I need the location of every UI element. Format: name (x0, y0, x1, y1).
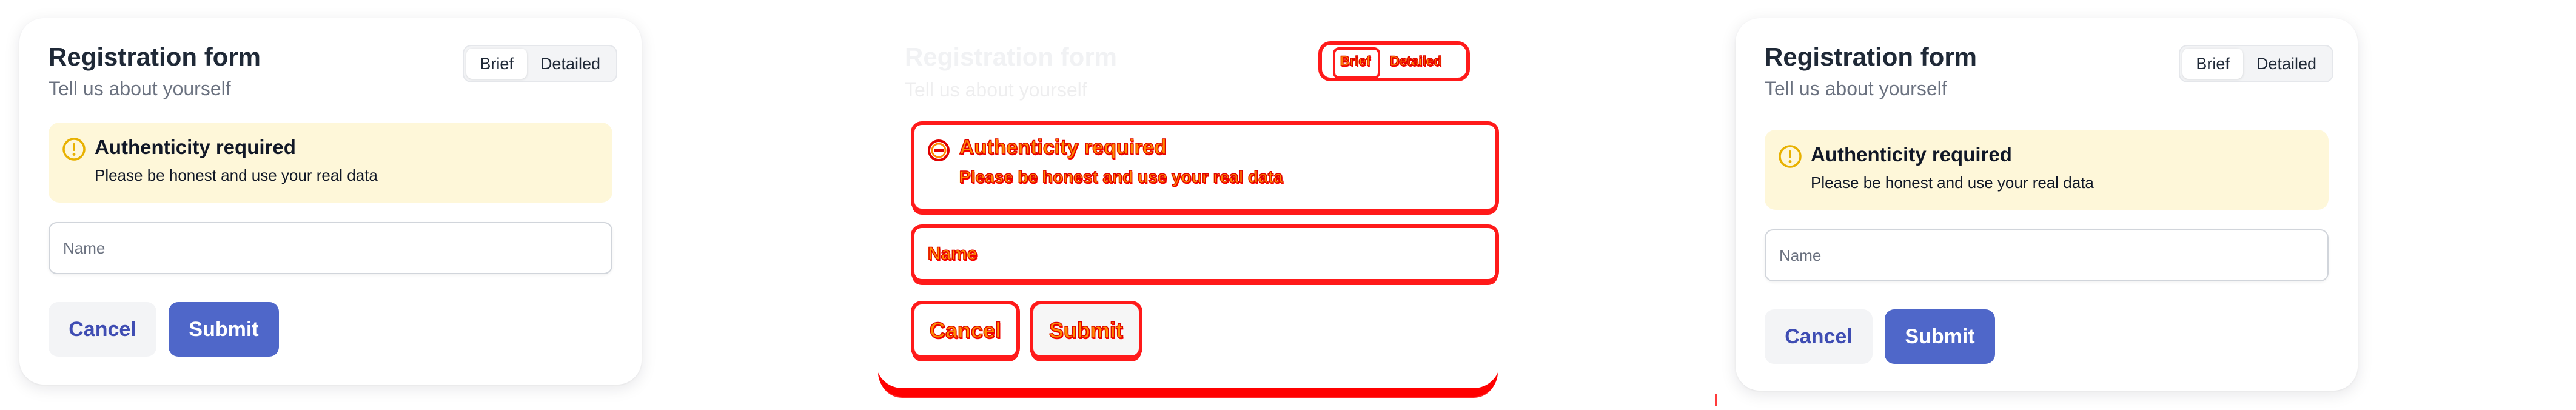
glitched-name-placeholder: Name (927, 243, 978, 264)
panel-glitched: Registration form Tell us about yourself… (859, 0, 1717, 410)
exclamation-circle-icon (62, 138, 86, 161)
toggle-option-brief[interactable]: Brief (2182, 49, 2243, 79)
glitched-alert-title: Authenticity required (959, 135, 1167, 160)
glitched-exclamation-circle-icon (928, 139, 950, 161)
authenticity-alert: Authenticity required Please be honest a… (1765, 130, 2329, 210)
glitched-submit-label: Submit (1048, 317, 1124, 343)
glitched-alert-text: Please be honest and use your real data (959, 167, 1283, 187)
form-title: Registration form (49, 42, 261, 71)
panel-normal: Registration form Tell us about yourself… (0, 0, 859, 410)
glitched-name-input[interactable]: Name (911, 224, 1499, 283)
glitched-brief-detailed-toggle: Brief Detailed (1318, 41, 1470, 81)
glitched-submit-button[interactable]: Submit (1030, 301, 1142, 359)
cancel-button[interactable]: Cancel (49, 302, 156, 357)
registration-card: Registration form Tell us about yourself… (1736, 18, 2358, 391)
alert-text: Please be honest and use your real data (95, 166, 378, 184)
cancel-button[interactable]: Cancel (1765, 309, 1873, 364)
glitched-cancel-button[interactable]: Cancel (911, 301, 1020, 359)
glitched-form-title: Registration form (905, 42, 1118, 71)
form-title: Registration form (1765, 42, 1977, 71)
glitch-fragment-left (859, 394, 863, 406)
glitched-form-subtitle: Tell us about yourself (905, 79, 1087, 101)
glitched-authenticity-alert: Authenticity required Please be honest a… (911, 121, 1499, 212)
submit-button[interactable]: Submit (1885, 309, 1995, 364)
submit-button[interactable]: Submit (169, 302, 279, 357)
exclamation-circle-icon (1779, 145, 1802, 168)
alert-text: Please be honest and use your real data (1811, 173, 2094, 192)
toggle-option-detailed[interactable]: Detailed (2243, 49, 2330, 79)
brief-detailed-toggle: Brief Detailed (463, 45, 617, 82)
brief-detailed-toggle: Brief Detailed (2179, 45, 2333, 82)
glitched-cancel-label: Cancel (929, 317, 1002, 343)
toggle-option-brief[interactable]: Brief (466, 49, 527, 79)
toggle-option-detailed[interactable]: Detailed (527, 49, 614, 79)
name-input[interactable] (1765, 229, 2329, 281)
glitched-toggle-option-brief[interactable]: Brief (1340, 53, 1371, 69)
alert-title: Authenticity required (1811, 143, 2012, 166)
registration-card: Registration form Tell us about yourself… (19, 18, 642, 385)
form-subtitle: Tell us about yourself (49, 78, 231, 99)
panel-normal-expanded: Registration form Tell us about yourself… (1717, 0, 2576, 410)
name-input[interactable] (49, 222, 612, 274)
authenticity-alert: Authenticity required Please be honest a… (49, 123, 612, 203)
form-subtitle: Tell us about yourself (1765, 78, 1947, 99)
glitched-toggle-option-detailed[interactable]: Detailed (1389, 53, 1442, 69)
alert-title: Authenticity required (95, 136, 296, 158)
